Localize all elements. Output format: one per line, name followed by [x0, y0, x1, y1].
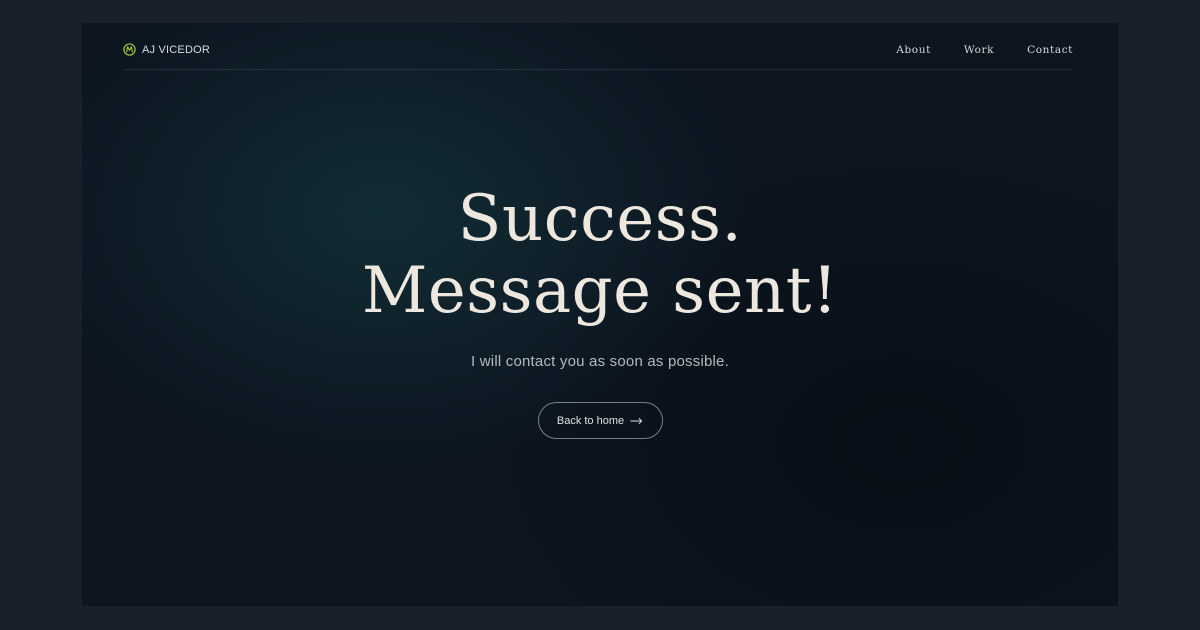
brand-name: AJ VICEDOR — [142, 43, 211, 56]
page-title: Success. Message sent! — [82, 183, 1118, 327]
back-to-home-button[interactable]: Back to home — [537, 402, 663, 439]
top-nav: AJ VICEDOR About Work Contact — [123, 23, 1073, 70]
title-line-1: Success. — [457, 182, 743, 256]
nav-menu: About Work Contact — [896, 44, 1073, 56]
nav-link-about[interactable]: About — [896, 44, 931, 56]
page-frame: AJ VICEDOR About Work Contact Success. M… — [82, 23, 1118, 606]
arrow-right-icon — [630, 417, 643, 424]
title-line-2: Message sent! — [361, 254, 839, 328]
brand-link[interactable]: AJ VICEDOR — [123, 43, 210, 56]
nav-link-contact[interactable]: Contact — [1027, 44, 1073, 56]
back-to-home-label: Back to home — [556, 414, 625, 427]
hero-section: Success. Message sent! I will contact yo… — [82, 183, 1118, 439]
subtitle: I will contact you as soon as possible. — [471, 353, 729, 370]
nav-link-work[interactable]: Work — [964, 44, 994, 56]
monogram-logo-icon — [123, 43, 136, 56]
